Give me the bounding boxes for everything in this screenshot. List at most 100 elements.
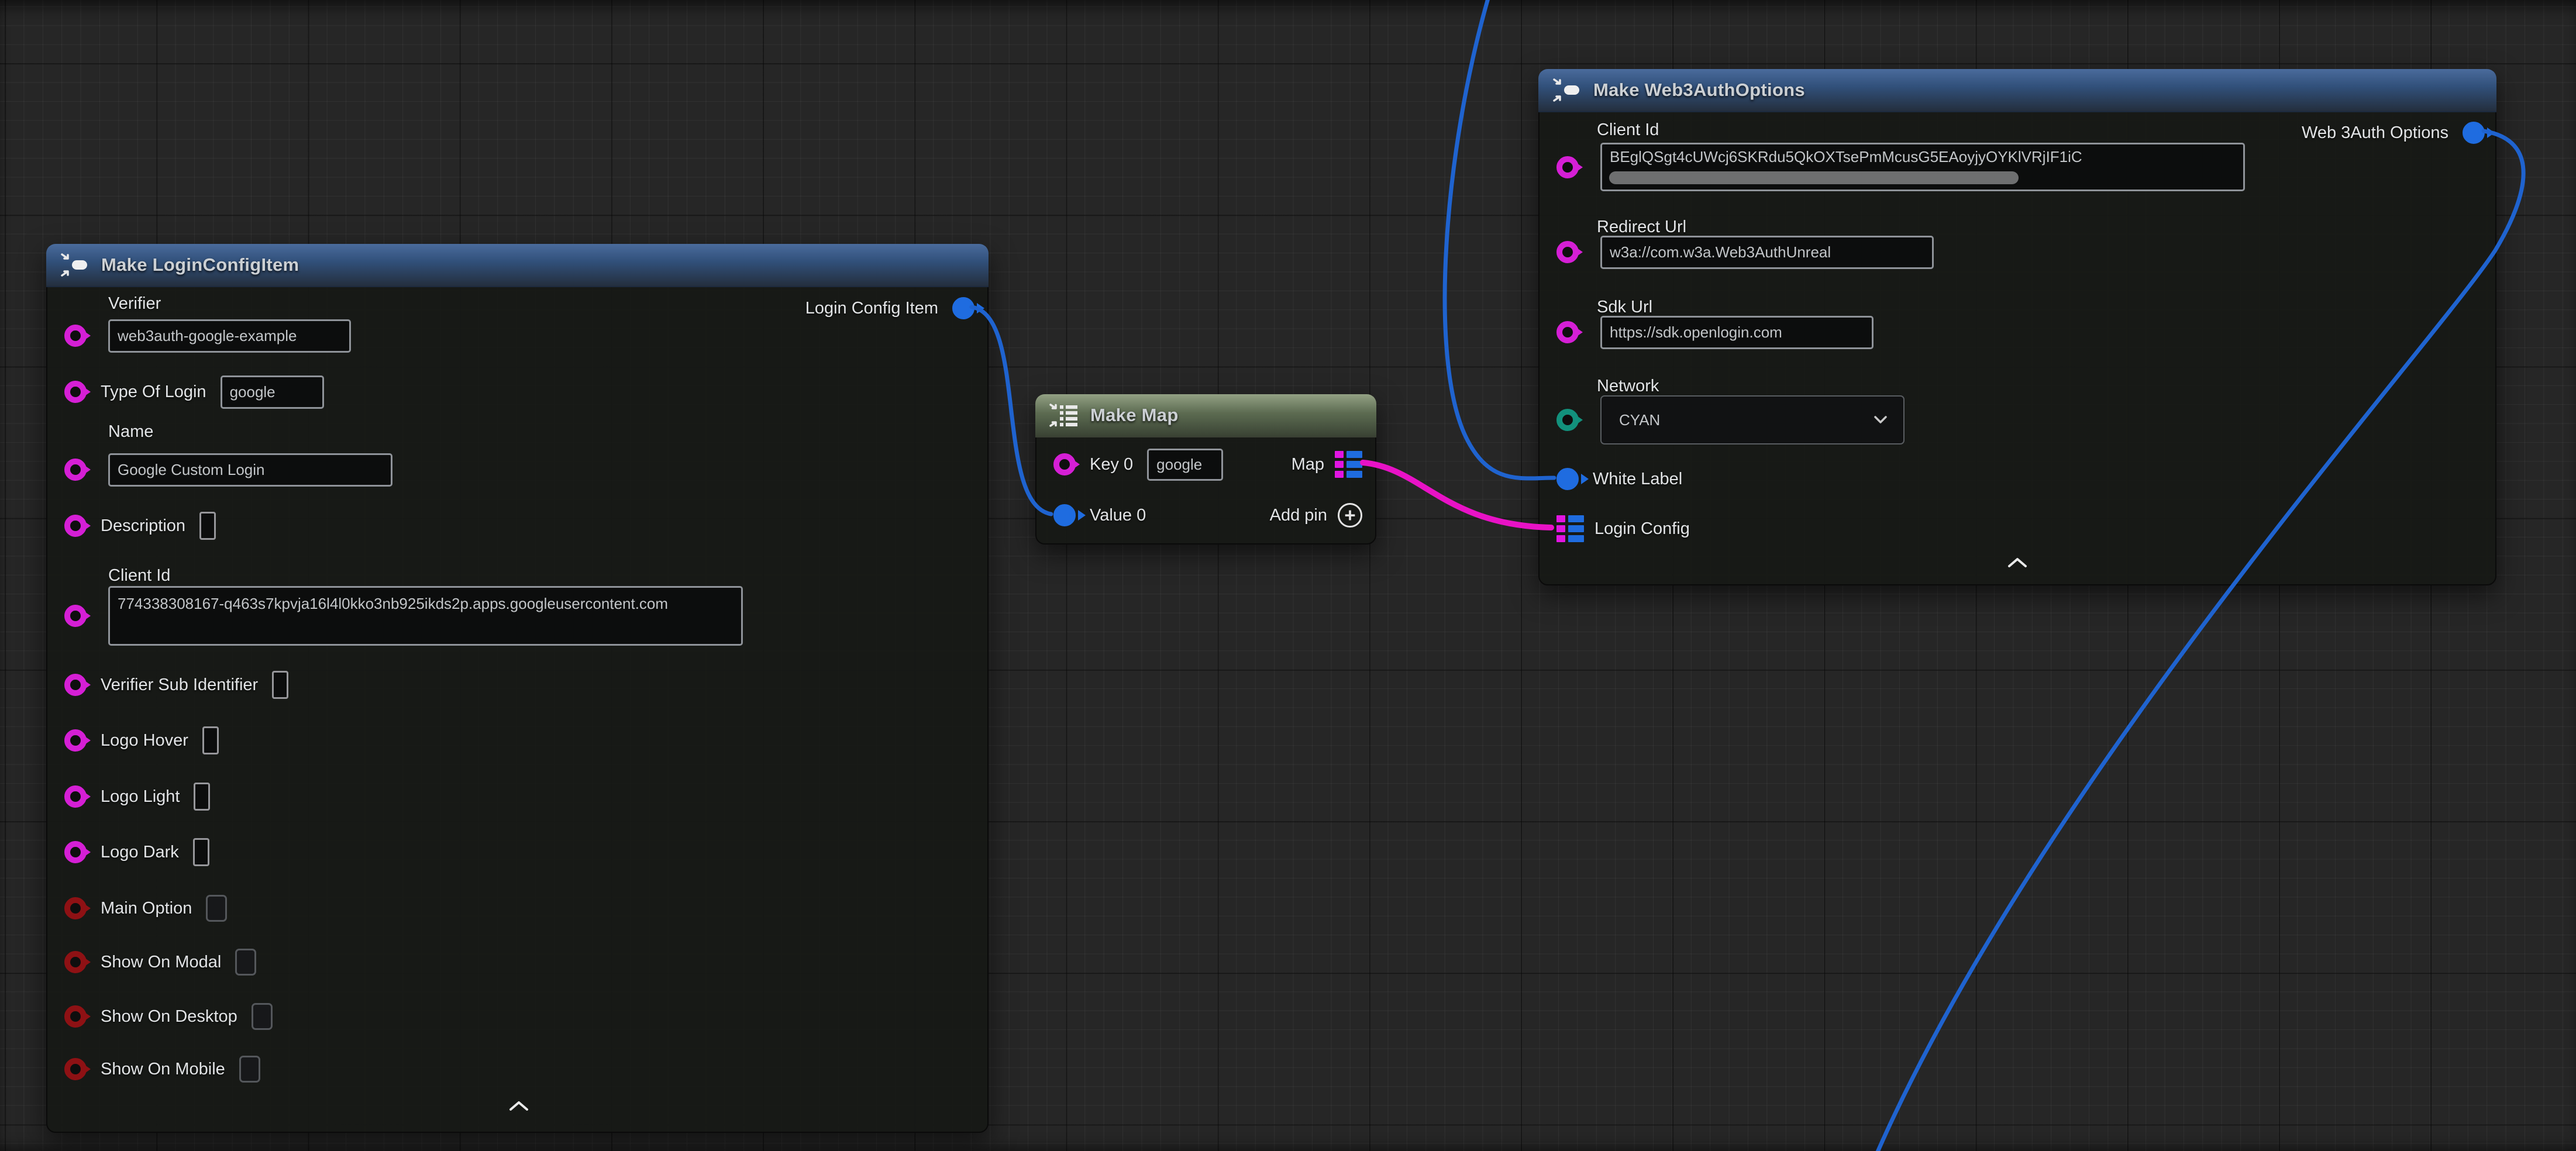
input-pin-login-config[interactable] [1556, 515, 1584, 542]
add-pin-row: Add pin + [1270, 498, 1362, 532]
pin-row-client-id: BEglQSgt4cUWcj6SKRdu5QkOXTsePmMcusG5EAoy… [1556, 143, 2245, 191]
node-title: Make LoginConfigItem [101, 254, 299, 275]
client-id-input[interactable]: 774338308167-q463s7kpvja16l4l0kko3nb925i… [108, 586, 743, 646]
pin-row-type-of-login: Type Of Login google [64, 375, 324, 409]
map-pin-key-cell [1556, 535, 1565, 542]
pin-row-white-label: White Label [1556, 462, 1682, 496]
pin-label: Key 0 [1090, 455, 1133, 474]
node-header[interactable]: Make Map [1035, 394, 1376, 437]
input-pin-redirect-url[interactable] [1556, 241, 1579, 263]
input-pin-main-option[interactable] [64, 897, 87, 919]
name-input[interactable]: Google Custom Login [108, 453, 392, 487]
input-pin-logo-hover[interactable] [64, 729, 87, 752]
pin-row-verifier: web3auth-google-example [64, 319, 351, 353]
logo-dark-input[interactable] [193, 838, 209, 866]
pin-label: Network [1597, 377, 1659, 396]
output-pin-web3auth-options[interactable] [2463, 122, 2485, 144]
type-of-login-input[interactable]: google [221, 375, 324, 409]
sdk-url-input[interactable]: https://sdk.openlogin.com [1600, 316, 1874, 349]
verifier-input[interactable]: web3auth-google-example [108, 319, 351, 353]
pin-label: White Label [1593, 470, 1682, 489]
make-struct-icon [1551, 77, 1582, 104]
pin-label: Value 0 [1090, 506, 1146, 525]
show-on-modal-checkbox[interactable] [235, 949, 256, 976]
wire-map-to-login-config[interactable] [1363, 463, 1551, 528]
pin-label: Client Id [1597, 120, 1659, 140]
pin-row-login-config-item: Login Config Item [805, 291, 974, 325]
input-pin-logo-dark[interactable] [64, 841, 87, 863]
pin-label: Web 3Auth Options [2302, 123, 2448, 143]
input-pin-key-0[interactable] [1053, 453, 1076, 475]
wire-offscreen-to-white-label[interactable] [1445, 0, 1554, 478]
pin-label: Logo Light [101, 787, 180, 807]
input-pin-description[interactable] [64, 515, 87, 537]
node-make-loginconfigitem[interactable]: Make LoginConfigItem Login Config Item V… [46, 244, 989, 1133]
pin-row-web3auth-options: Web 3Auth Options [2302, 116, 2485, 150]
input-pin-verifier[interactable] [64, 325, 87, 347]
pin-row-client-id: 774338308167-q463s7kpvja16l4l0kko3nb925i… [64, 586, 743, 646]
map-pin-key-cell [1556, 525, 1565, 532]
blueprint-graph-canvas[interactable]: Make LoginConfigItem Login Config Item V… [0, 0, 2576, 1151]
collapse-node-button[interactable] [2006, 557, 2029, 571]
main-option-checkbox[interactable] [206, 895, 227, 922]
logo-light-input[interactable] [194, 783, 210, 811]
show-on-mobile-checkbox[interactable] [239, 1056, 260, 1083]
map-pin-value-cell [1568, 535, 1584, 542]
add-pin-button[interactable]: + [1338, 503, 1362, 528]
client-id-scrollbar[interactable] [1609, 171, 2019, 184]
pin-row-description: Description [64, 509, 216, 543]
pin-row-name: Google Custom Login [64, 453, 392, 487]
pin-label: Login Config [1594, 519, 1690, 539]
redirect-url-input[interactable]: w3a://com.w3a.Web3AuthUnreal [1600, 236, 1934, 269]
input-pin-network[interactable] [1556, 409, 1579, 431]
input-pin-logo-light[interactable] [64, 785, 87, 808]
input-pin-client-id[interactable] [1556, 156, 1579, 178]
pin-row-key-0: Key 0 google [1053, 447, 1223, 481]
input-pin-value-0[interactable] [1053, 504, 1076, 526]
verifier-sub-identifier-input[interactable] [272, 671, 288, 699]
logo-hover-input[interactable] [202, 726, 219, 754]
node-header[interactable]: Make Web3AuthOptions [1538, 69, 2496, 112]
pin-row-verifier-sub-identifier: Verifier Sub Identifier [64, 668, 288, 702]
map-pin-value-cell [1346, 461, 1362, 468]
network-dropdown[interactable]: CYAN [1600, 395, 1905, 444]
node-make-web3authoptions[interactable]: Make Web3AuthOptions Web 3Auth Options C… [1538, 69, 2496, 585]
output-pin-map[interactable] [1335, 451, 1362, 478]
pin-label: Logo Hover [101, 731, 188, 750]
description-input[interactable] [199, 512, 216, 540]
map-pin-key-cell [1335, 451, 1344, 458]
input-pin-show-on-modal[interactable] [64, 951, 87, 973]
chevron-up-icon [507, 1100, 531, 1112]
pin-label: Client Id [108, 566, 170, 585]
pin-label: Main Option [101, 899, 192, 918]
pin-label: Login Config Item [805, 299, 938, 318]
node-make-map[interactable]: Make Map Key 0 google Value 0 Map [1035, 394, 1376, 545]
collapse-node-button[interactable] [507, 1100, 531, 1115]
input-pin-show-on-desktop[interactable] [64, 1005, 87, 1028]
pin-label: Verifier [108, 294, 161, 313]
map-pin-value-cell [1568, 515, 1584, 522]
pin-label: Show On Mobile [101, 1060, 225, 1079]
input-pin-verifier-sub-identifier[interactable] [64, 674, 87, 696]
make-struct-icon [59, 251, 89, 278]
pin-label: Show On Modal [101, 953, 221, 972]
show-on-desktop-checkbox[interactable] [252, 1003, 273, 1030]
pin-row-login-config: Login Config [1556, 512, 1690, 546]
input-pin-sdk-url[interactable] [1556, 321, 1579, 343]
input-pin-type-of-login[interactable] [64, 381, 87, 403]
node-header[interactable]: Make LoginConfigItem [46, 244, 989, 287]
make-map-icon [1048, 402, 1079, 429]
pin-row-value-0: Value 0 [1053, 498, 1146, 532]
pin-row-logo-dark: Logo Dark [64, 835, 209, 869]
input-pin-white-label[interactable] [1556, 468, 1579, 490]
pin-label: Redirect Url [1597, 218, 1686, 237]
input-pin-name[interactable] [64, 459, 87, 481]
pin-label: Verifier Sub Identifier [101, 676, 258, 695]
key-0-input[interactable]: google [1147, 449, 1223, 481]
pin-label: Name [108, 422, 153, 442]
input-pin-show-on-mobile[interactable] [64, 1058, 87, 1080]
input-pin-client-id[interactable] [64, 605, 87, 627]
client-id-input[interactable]: BEglQSgt4cUWcj6SKRdu5QkOXTsePmMcusG5EAoy… [1600, 143, 2245, 191]
node-title: Make Map [1090, 405, 1179, 426]
pin-row-logo-hover: Logo Hover [64, 723, 219, 757]
